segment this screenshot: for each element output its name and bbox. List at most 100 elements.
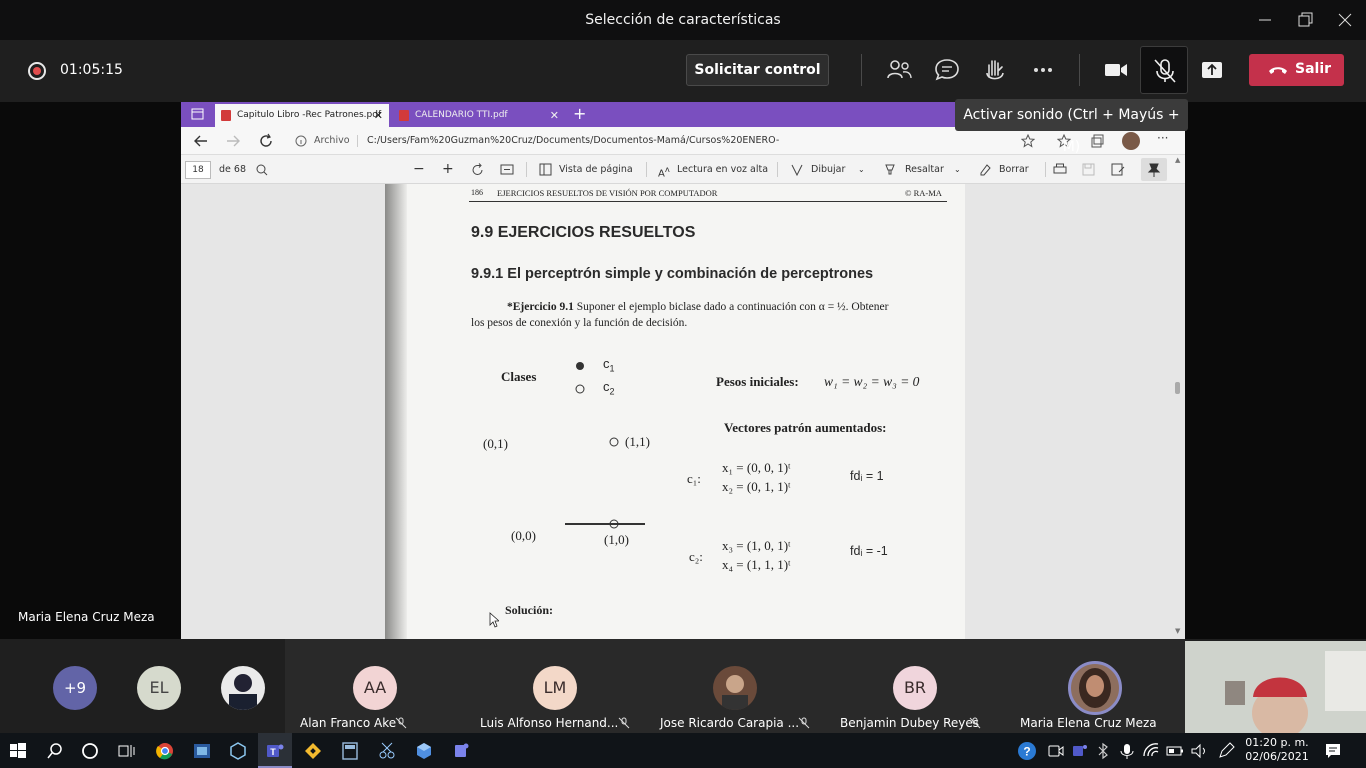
draw-button[interactable]: Dibujar (811, 155, 845, 184)
person-photo-icon (722, 675, 748, 710)
avatar-photo[interactable] (221, 666, 265, 710)
pin-toolbar-button[interactable] (1141, 158, 1167, 181)
zoom-out-icon[interactable]: − (413, 155, 425, 184)
pdf-page: 186 EJERCICIOS RESUELTOS DE VISIÓN POR C… (385, 184, 965, 639)
participant-tile[interactable]: AA Alan Franco Ake (285, 639, 465, 733)
fit-page-icon[interactable] (500, 163, 514, 176)
unmute-button[interactable] (1140, 46, 1188, 94)
snipping-tool-icon[interactable] (377, 741, 397, 761)
participant-tile-presenter[interactable]: Maria Elena Cruz Meza (1005, 639, 1185, 733)
restore-button[interactable] (1285, 0, 1325, 40)
cortana-icon[interactable] (80, 741, 100, 761)
participants-icon[interactable] (882, 53, 916, 87)
page-number: 186 (471, 188, 483, 197)
address-input[interactable]: C:/Users/Fam%20Guzman%20Cruz/Documents/D… (367, 131, 1009, 166)
back-icon[interactable] (193, 134, 209, 148)
virtualbox-icon[interactable] (228, 741, 248, 761)
more-participants-button[interactable]: +9 (53, 666, 97, 710)
address-prefix: Archivo (314, 135, 350, 146)
task-view-icon[interactable] (116, 741, 136, 761)
scroll-down-icon[interactable]: ▼ (1175, 627, 1180, 635)
highlight-icon[interactable] (884, 163, 896, 176)
minimize-button[interactable] (1245, 0, 1285, 40)
highlight-button[interactable]: Resaltar (905, 155, 944, 184)
teams-icon: T (267, 744, 284, 757)
camera-icon[interactable] (1099, 53, 1133, 87)
bluetooth-icon[interactable] (1093, 741, 1113, 761)
person-photo-icon (229, 674, 257, 710)
battery-icon[interactable] (1165, 741, 1185, 761)
teams-taskbar-button[interactable]: T (258, 733, 292, 768)
participant-tile[interactable]: BR Benjamin Dubey Reyes (825, 639, 1005, 733)
participant-name: Alan Franco Ake (300, 716, 397, 730)
more-options-icon[interactable] (1026, 53, 1060, 87)
wifi-icon[interactable] (1141, 741, 1161, 761)
scroll-up-icon[interactable]: ▲ (1175, 156, 1180, 164)
participant-tile[interactable]: LM Luis Alfonso Hernand... (465, 639, 645, 733)
avatar: AA (353, 666, 397, 710)
refresh-icon[interactable] (258, 133, 274, 149)
page-number-input[interactable]: 18 (185, 161, 211, 179)
participant-tile[interactable]: Jose Ricardo Carapia ... (645, 639, 825, 733)
point-label-00: (0,0) (511, 528, 536, 543)
close-tab-icon[interactable]: ✕ (550, 104, 559, 127)
app-icon[interactable] (192, 741, 212, 761)
raise-hand-icon[interactable] (978, 53, 1012, 87)
search-icon[interactable] (45, 741, 65, 761)
binance-icon[interactable] (303, 741, 323, 761)
pdf-scrollbar[interactable]: ▲ ▼ (1171, 155, 1185, 639)
scrollbar-thumb[interactable] (1175, 382, 1180, 394)
new-tab-icon[interactable]: + (573, 104, 586, 123)
chevron-down-icon[interactable]: ⌄ (954, 155, 961, 184)
avatar-el[interactable]: EL (137, 666, 181, 710)
chrome-icon[interactable] (155, 741, 175, 761)
participant-name: Jose Ricardo Carapia ... (660, 716, 800, 730)
rotate-icon[interactable] (471, 163, 484, 176)
page-total: de 68 (219, 164, 246, 175)
meet-now-icon[interactable] (1046, 741, 1066, 761)
help-icon[interactable]: ? (1017, 741, 1037, 761)
windows-start-icon[interactable] (8, 741, 28, 761)
browser-menu-icon[interactable]: ··· (1157, 131, 1168, 145)
forward-icon[interactable] (225, 134, 241, 148)
notifications-icon[interactable] (1323, 741, 1343, 761)
teams-app-icon[interactable] (451, 741, 471, 761)
search-icon[interactable] (256, 164, 268, 176)
teams-tray-icon[interactable] (1070, 741, 1090, 761)
page-view-button[interactable]: Vista de página (559, 155, 633, 184)
share-screen-icon[interactable] (1195, 53, 1229, 87)
add-favorite-icon[interactable] (1021, 134, 1035, 148)
page-view-icon[interactable] (539, 163, 552, 176)
vector-x3: x₃ = (1, 0, 1)ᵗ (722, 538, 791, 553)
erase-button[interactable]: Borrar (999, 155, 1029, 184)
zoom-in-icon[interactable]: + (442, 155, 454, 184)
info-icon[interactable] (295, 135, 307, 147)
close-tab-icon[interactable]: ✕ (374, 104, 383, 127)
microphone-icon[interactable] (1117, 741, 1137, 761)
tab-capitulo-libro[interactable]: Capitulo Libro -Rec Patrones.pdf ✕ (215, 104, 389, 127)
chevron-down-icon[interactable]: ⌄ (858, 155, 865, 184)
point-label-11: (1,1) (625, 434, 650, 449)
save-icon[interactable] (1082, 163, 1095, 176)
draw-icon[interactable] (791, 164, 803, 176)
chat-icon[interactable] (930, 53, 964, 87)
print-icon[interactable] (1053, 163, 1067, 176)
save-as-icon[interactable] (1111, 163, 1125, 176)
collections-icon[interactable] (1090, 134, 1104, 148)
calculator-icon[interactable] (340, 741, 360, 761)
pdf-viewer[interactable]: 186 EJERCICIOS RESUELTOS DE VISIÓN POR C… (181, 184, 1185, 639)
volume-icon[interactable] (1189, 741, 1209, 761)
pen-icon[interactable] (1216, 741, 1236, 761)
tab-actions-icon[interactable] (191, 108, 205, 121)
read-aloud-button[interactable]: Lectura en voz alta (677, 155, 768, 184)
eraser-icon[interactable] (978, 163, 991, 176)
exercise-line-1: *Ejercicio 9.1 Suponer el ejemplo biclas… (507, 301, 888, 313)
pdf-icon (221, 110, 231, 121)
tab-calendario[interactable]: CALENDARIO TTI.pdf ✕ (393, 104, 565, 127)
app-icon[interactable] (414, 741, 434, 761)
taskbar-clock[interactable]: 01:20 p. m. 02/06/2021 (1244, 736, 1310, 764)
close-window-button[interactable] (1325, 0, 1365, 40)
request-control-button[interactable]: Solicitar control (686, 54, 829, 86)
profile-avatar[interactable] (1122, 132, 1140, 150)
leave-button[interactable]: Salir (1249, 54, 1344, 86)
